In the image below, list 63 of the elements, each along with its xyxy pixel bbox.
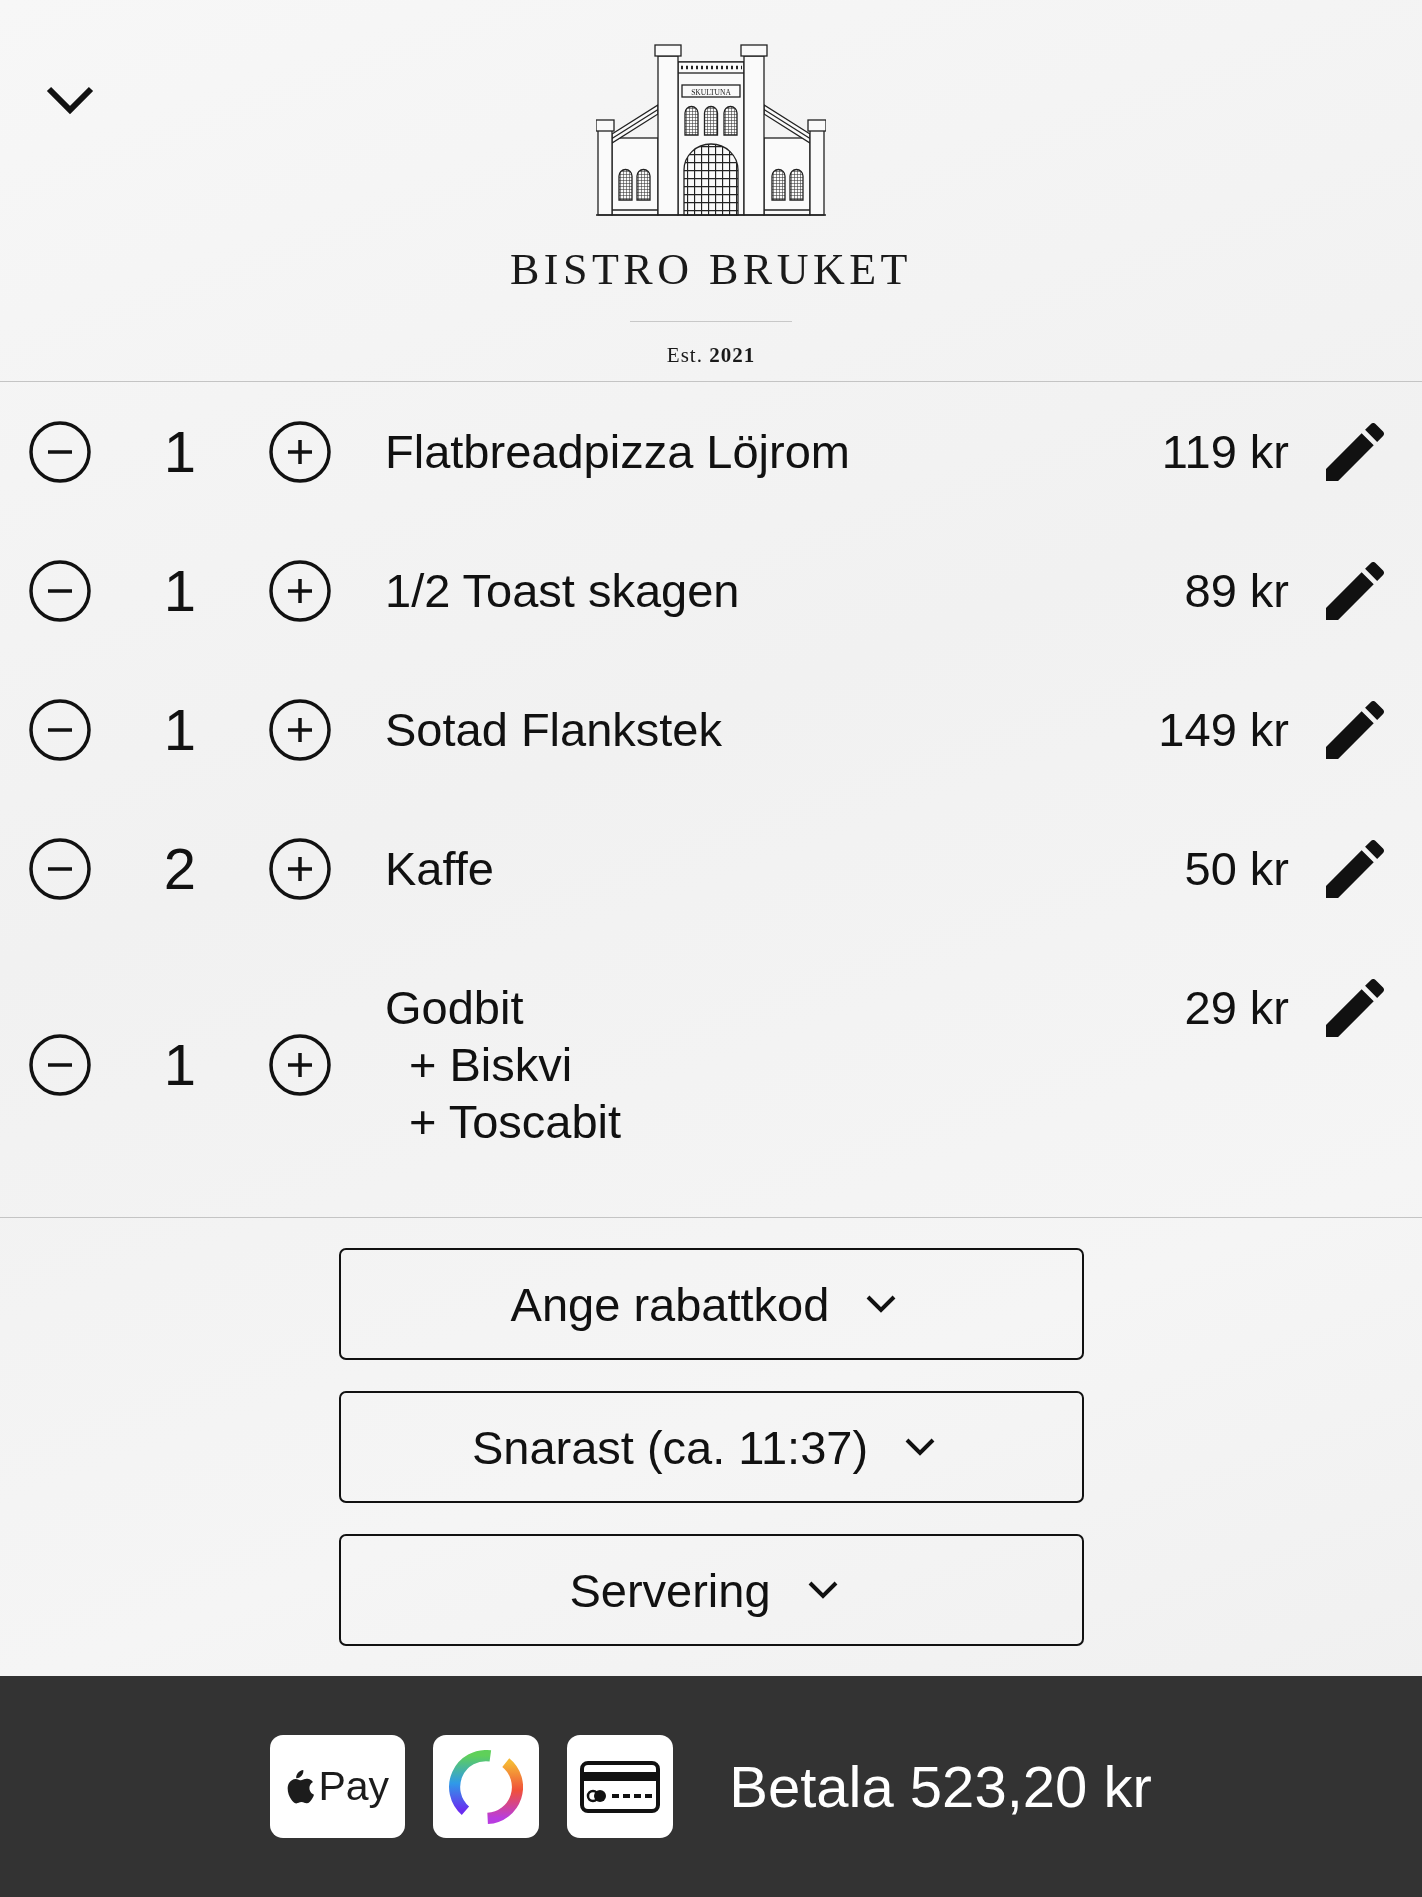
- decrease-button[interactable]: [29, 559, 91, 622]
- item-price: 149 kr: [1158, 702, 1289, 758]
- chevron-down-icon: [806, 1580, 839, 1600]
- decrease-button[interactable]: [29, 698, 91, 761]
- quantity-text: 1: [163, 423, 197, 480]
- addon-text: + Toscabit: [408, 1094, 622, 1150]
- chevron-down-icon: [865, 1294, 898, 1314]
- established-text: Est. 2021: [666, 344, 756, 366]
- chevron-down-icon: [45, 85, 95, 115]
- plus-circle-icon: [269, 837, 331, 900]
- dropdown-button[interactable]: Snarast (ca. 11:37): [338, 1391, 1084, 1503]
- restaurant-name: BISTRO BRUKET: [510, 248, 912, 292]
- increase-button[interactable]: [269, 837, 331, 900]
- collapse-button[interactable]: [45, 85, 95, 115]
- item-name: Kaffe: [385, 841, 494, 897]
- item-price: 50 kr: [1184, 841, 1289, 897]
- credit-card-icon: [580, 1760, 661, 1813]
- plus-circle-icon: [269, 420, 331, 483]
- checkout-button[interactable]: Betala 523,20 kr: [729, 1753, 1152, 1820]
- quantity-text: 1: [163, 1036, 197, 1093]
- minus-circle-icon: [29, 1033, 91, 1096]
- minus-circle-icon: [29, 420, 91, 483]
- increase-button[interactable]: [269, 420, 331, 483]
- decrease-button[interactable]: [29, 837, 91, 900]
- pencil-icon: [1326, 701, 1384, 759]
- chevron-down-icon: [904, 1437, 937, 1457]
- item-price: 119 kr: [1161, 424, 1289, 480]
- edit-button[interactable]: [1326, 701, 1384, 759]
- card-payment-button[interactable]: [567, 1735, 674, 1838]
- minus-circle-icon: [29, 837, 91, 900]
- pencil-icon: [1326, 840, 1384, 898]
- plus-circle-icon: [269, 559, 331, 622]
- minus-circle-icon: [29, 559, 91, 622]
- plus-circle-icon: [269, 698, 331, 761]
- item-price: 89 kr: [1184, 563, 1289, 619]
- edit-button[interactable]: [1326, 562, 1384, 620]
- decrease-button[interactable]: [29, 420, 91, 483]
- edit-button[interactable]: [1326, 840, 1384, 898]
- pencil-icon: [1326, 423, 1384, 481]
- apple-icon: [286, 1769, 315, 1804]
- dropdown-button[interactable]: Servering: [338, 1534, 1084, 1646]
- item-name: Flatbreadpizza Löjrom: [385, 424, 850, 480]
- decrease-button[interactable]: [29, 1033, 91, 1096]
- item-price: 29 kr: [1184, 980, 1289, 1036]
- edit-button[interactable]: [1326, 979, 1384, 1037]
- item-name: 1/2 Toast skagen: [385, 563, 740, 619]
- addon-text: + Biskvi: [408, 1037, 573, 1093]
- item-name: Godbit: [385, 980, 524, 1036]
- quantity-text: 1: [163, 701, 197, 758]
- minus-circle-icon: [29, 698, 91, 761]
- edit-button[interactable]: [1326, 423, 1384, 481]
- plus-circle-icon: [269, 1033, 331, 1096]
- quantity-text: 1: [163, 562, 197, 619]
- quantity-text: 2: [163, 840, 197, 897]
- apple-pay-button[interactable]: Pay: [270, 1735, 406, 1838]
- dropdown-button[interactable]: Ange rabattkod: [338, 1248, 1084, 1360]
- increase-button[interactable]: [269, 1033, 331, 1096]
- swish-button[interactable]: [433, 1735, 540, 1838]
- increase-button[interactable]: [269, 559, 331, 622]
- pencil-icon: [1326, 979, 1384, 1037]
- pencil-icon: [1326, 562, 1384, 620]
- increase-button[interactable]: [269, 698, 331, 761]
- item-name: Sotad Flankstek: [385, 702, 722, 758]
